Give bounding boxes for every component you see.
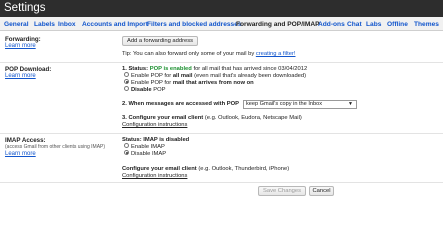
imap-enable-radio[interactable] [124,143,129,148]
pop-from-now-radio[interactable] [124,79,129,84]
forwarding-label: Forwarding: [5,36,41,43]
imap-disable-radio[interactable] [124,150,129,155]
imap-enable-label: Enable IMAP [131,144,165,151]
pop-status-suffix: for all mail that has arrived since 03/0… [193,66,308,72]
pop-disable-text-2: POP [153,87,166,94]
pop-disable-radio[interactable] [124,86,129,91]
pop-all-mail-radio[interactable] [124,72,129,77]
select-caret-icon: ▼ [348,101,353,107]
forwarding-tip-text: Tip: You can also forward only some of y… [122,51,255,57]
pop-option-disable[interactable]: Disable POP [124,86,166,95]
tab-accounts-and-import[interactable]: Accounts and Import [82,20,148,30]
tab-filters[interactable]: Filters and blocked addresses [147,20,242,30]
tab-chat[interactable]: Chat [347,20,362,30]
imap-config-instructions-link[interactable]: Configuration instructions [122,173,187,181]
imap-learn-more-link[interactable]: Learn more [5,151,36,158]
footer-divider [0,182,443,183]
tab-labs[interactable]: Labs [366,20,381,30]
settings-header: Settings [0,0,443,17]
pop-option-suffix: (even mail that's already been downloade… [194,73,307,80]
tab-inbox[interactable]: Inbox [58,20,76,30]
section-divider [0,133,443,134]
pop-option-prefix: Enable POP for [131,73,172,80]
cancel-button[interactable]: Cancel [309,186,334,196]
imap-access-label: IMAP Access: [5,137,46,144]
tab-themes[interactable]: Themes [414,20,439,30]
tab-forwarding-pop-imap[interactable]: Forwarding and POP/IMAP [236,20,320,30]
tab-add-ons[interactable]: Add-ons [318,20,345,30]
section-divider [0,62,443,63]
imap-option-disable[interactable]: Disable IMAP [124,150,167,159]
page-title: Settings [4,2,46,14]
pop-status-value: POP is enabled [149,66,192,72]
forwarding-learn-more-link[interactable]: Learn more [5,43,36,50]
imap-configure-prefix: Configure your email client [122,166,197,172]
pop-step3-suffix: (e.g. Outlook, Eudora, Netscape Mail) [204,115,302,121]
pop-action-select-value: keep Gmail's copy in the Inbox [246,101,323,107]
imap-configure-suffix: (e.g. Outlook, Thunderbird, iPhone) [198,166,290,172]
add-forwarding-address-button[interactable]: Add a forwarding address [122,36,198,46]
tab-offline[interactable]: Offline [387,20,408,30]
pop-option-bold: mail that arrives from now on [172,80,254,87]
pop-learn-more-link[interactable]: Learn more [5,73,36,80]
forwarding-tip: Tip: You can also forward only some of y… [122,51,295,59]
pop-download-label: POP Download: [5,66,52,73]
pop-step3-prefix: 3. Configure your email client [122,115,204,121]
pop-option-bold: all mail [172,73,193,80]
save-changes-button[interactable]: Save Changes [258,186,306,196]
pop-action-select[interactable]: keep Gmail's copy in the Inbox ▼ [243,100,357,109]
imap-disable-label: Disable IMAP [131,151,167,158]
tab-general[interactable]: General [4,20,29,30]
tab-labels[interactable]: Labels [34,20,55,30]
settings-tabs: General Labels Inbox Accounts and Import… [0,17,443,31]
pop-disable-text: Disable [131,87,152,94]
imap-subtitle: (access Gmail from other clients using I… [5,144,106,150]
pop-step2-label: 2. When messages are accessed with POP [122,101,239,107]
create-filter-link[interactable]: creating a filter! [256,51,296,57]
pop-option-prefix: Enable POP for [131,80,172,87]
pop-config-instructions-link[interactable]: Configuration instructions [122,122,187,130]
